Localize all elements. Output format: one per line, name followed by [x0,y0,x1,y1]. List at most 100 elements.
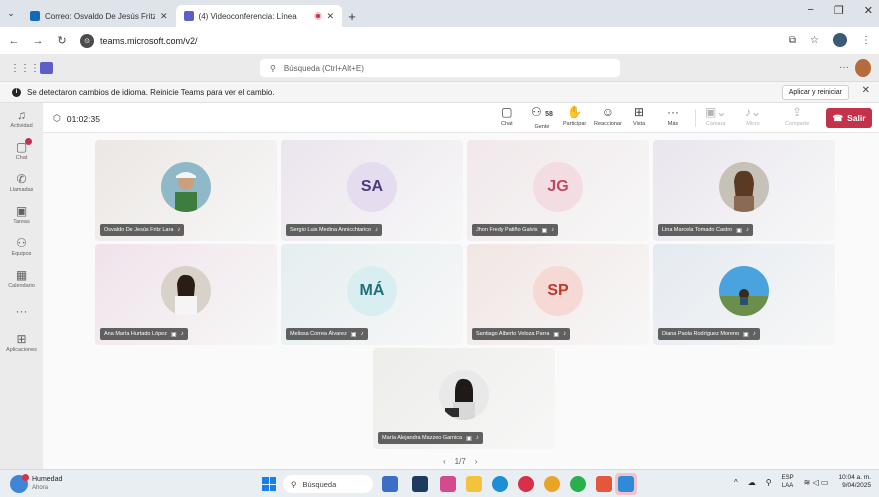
mic-off-icon: ♪⌄ [745,105,762,119]
weather-icon [10,474,29,493]
settings-more-icon[interactable]: ··· [839,62,849,73]
site-info-icon[interactable]: ⊙ [80,33,94,48]
rail-item-calendar[interactable]: ▦ Calendario [0,269,43,290]
leave-button[interactable]: ☎ Salir [826,108,872,128]
back-icon[interactable]: ← [8,35,20,47]
close-tab-icon[interactable]: ✕ [327,11,335,22]
close-tab-icon[interactable]: ✕ [160,11,168,22]
mic-muted-icon: ♪ [475,435,479,441]
reload-icon[interactable]: ↻ [56,34,68,47]
media-app-icon[interactable] [412,476,428,492]
whatsapp-app-icon[interactable] [570,476,586,492]
participant-photo [161,266,211,316]
video-tile[interactable]: Lina Marcela Tomado Castro ▣ ♪ [653,140,835,241]
participant-name-tag: Jhon Fredy Patiño Galvis ▣ ♪ [472,224,559,236]
tab-teams[interactable]: (4) Videoconferencia: Línea ✕ [175,5,343,27]
mic-muted-icon: ♪ [752,331,756,337]
view-button[interactable]: ⊞ Vista [633,105,645,127]
control-label: Reaccionar [594,121,622,127]
landscape-app-icon[interactable] [382,476,398,492]
language-banner: i Se detectaron cambios de idioma. Reini… [0,82,879,103]
rail-item-activity[interactable]: ♫ Actividad [0,109,43,130]
app-launcher-icon[interactable]: ⋮⋮⋮ [10,63,40,74]
close-window-button[interactable]: ✕ [864,4,873,17]
language-indicator[interactable]: ESP LAA [782,474,794,490]
chat-button[interactable]: ▢ Chat [501,105,513,127]
people-button[interactable]: ⚇ 58 Gente [531,105,553,130]
clock[interactable]: 10:04 a. m. 9/04/2025 [838,474,871,490]
banner-close-icon[interactable]: ✕ [862,85,870,96]
video-tile[interactable]: Osvaldo De Jesús Fritz Lara ♪ [95,140,277,241]
search-input[interactable]: ⚲ Búsqueda (Ctrl+Alt+E) [260,59,620,77]
wifi-volume-battery-icon[interactable]: ≋ ◁ ▭ [804,478,829,487]
react-button[interactable]: ☺ Reaccionar [594,105,622,127]
participant-name: Lina Marcela Tomado Castro [662,227,733,233]
participant-name: Diana Paola Rodríguez Moreno [662,331,740,337]
emoji-icon: ☺ [601,105,615,119]
usb-icon[interactable]: ⚲ [766,478,772,487]
rail-label: Aplicaciones [6,347,37,353]
participant-initials: JG [533,162,583,212]
rail-item-calls[interactable]: ✆ Llamadas [0,173,43,194]
chat-icon: ▢ [501,105,513,119]
file-explorer-icon[interactable] [466,476,482,492]
video-tile[interactable]: SP Santiago Alberto Veloza Parra ▣ ♪ [467,244,649,345]
cast-icon[interactable]: ⧉ [789,35,796,46]
participant-name-tag: Ana María Hurtado López ▣ ♪ [100,328,188,340]
tab-search-menu[interactable]: ⌄ [0,0,22,27]
maximize-button[interactable]: ❐ [834,4,844,17]
leave-label: Salir [847,113,866,123]
start-button[interactable] [262,477,276,491]
video-tile[interactable]: Diana Paola Rodríguez Moreno ▣ ♪ [653,244,835,345]
more-actions-button[interactable]: ··· Más [667,105,679,127]
browser-menu-icon[interactable]: ⋮ [861,35,871,46]
edge-browser-icon[interactable] [492,476,508,492]
tasks-icon: ▣ [15,204,28,218]
forward-icon[interactable]: → [32,35,44,47]
user-avatar[interactable] [855,59,871,77]
office-app-icon[interactable] [518,476,534,492]
participant-name-tag: Osvaldo De Jesús Fritz Lara ♪ [100,224,185,236]
mic-button[interactable]: ♪⌄ Micro [745,105,761,127]
previous-page-button[interactable]: ‹ [443,457,446,466]
video-tile[interactable]: JG Jhon Fredy Patiño Galvis ▣ ♪ [467,140,649,241]
next-page-button[interactable]: › [475,457,478,466]
rail-item-more[interactable]: ··· [0,305,43,318]
address-bar-actions: ⧉ ☆ ⋮ [789,33,871,47]
lang-primary: ESP [781,475,794,481]
instagram-app-icon[interactable] [440,476,456,492]
hangup-icon: ☎ [832,112,844,123]
bookmark-star-icon[interactable]: ☆ [810,35,819,46]
rail-item-apps[interactable]: ⊞ Aplicaciones [0,333,43,354]
camera-off-icon: ▣ [541,227,548,234]
media-player-icon[interactable] [596,476,612,492]
participant-initials: SA [347,162,397,212]
chrome-browser-icon[interactable] [544,476,560,492]
video-tile[interactable]: MÁ Melissa Correa Álvarez ▣ ♪ [281,244,463,345]
camera-off-icon: ▣ [350,331,357,338]
camera-button[interactable]: ▣⌄ Cámara [705,105,726,127]
raise-hand-button[interactable]: ✋ Participar [563,105,586,127]
url-field[interactable]: ⊙ teams.microsoft.com/v2/ [80,33,198,48]
video-tile[interactable]: María Alejandra Mazzeo Garnica ▣ ♪ [373,348,555,449]
active-browser-icon[interactable] [618,476,634,492]
weather-widget[interactable]: Humedad Ahora [10,474,62,493]
minimize-button[interactable]: − [807,4,813,17]
share-button[interactable]: ⇪ Comparte [785,105,809,127]
rail-item-tasks[interactable]: ▣ Tareas [0,204,43,226]
cloud-icon[interactable]: ☁ [748,478,756,487]
rail-item-teams[interactable]: ⚇ Equipos [0,237,43,258]
tray-overflow-icon[interactable]: ^ [734,478,738,487]
video-tile[interactable]: SA Sergio Luis Medina Annicchiarico ♪ [281,140,463,241]
tab-outlook[interactable]: Correo: Osvaldo De Jesús Fritz ✕ [22,5,176,27]
participant-name: Santiago Alberto Veloza Parra [476,331,550,337]
profile-avatar[interactable] [833,33,847,47]
new-tab-button[interactable]: + [342,5,362,27]
control-label: Cámara [705,121,726,127]
apply-restart-button[interactable]: Aplicar y reiniciar [781,85,849,100]
video-tile[interactable]: Ana María Hurtado López ▣ ♪ [95,244,277,345]
taskbar-search[interactable]: ⚲ Búsqueda [283,475,373,493]
recording-icon [313,12,322,20]
shield-icon[interactable]: ⬡ [53,113,61,124]
rail-item-chat[interactable]: ▢ Chat [0,138,43,161]
